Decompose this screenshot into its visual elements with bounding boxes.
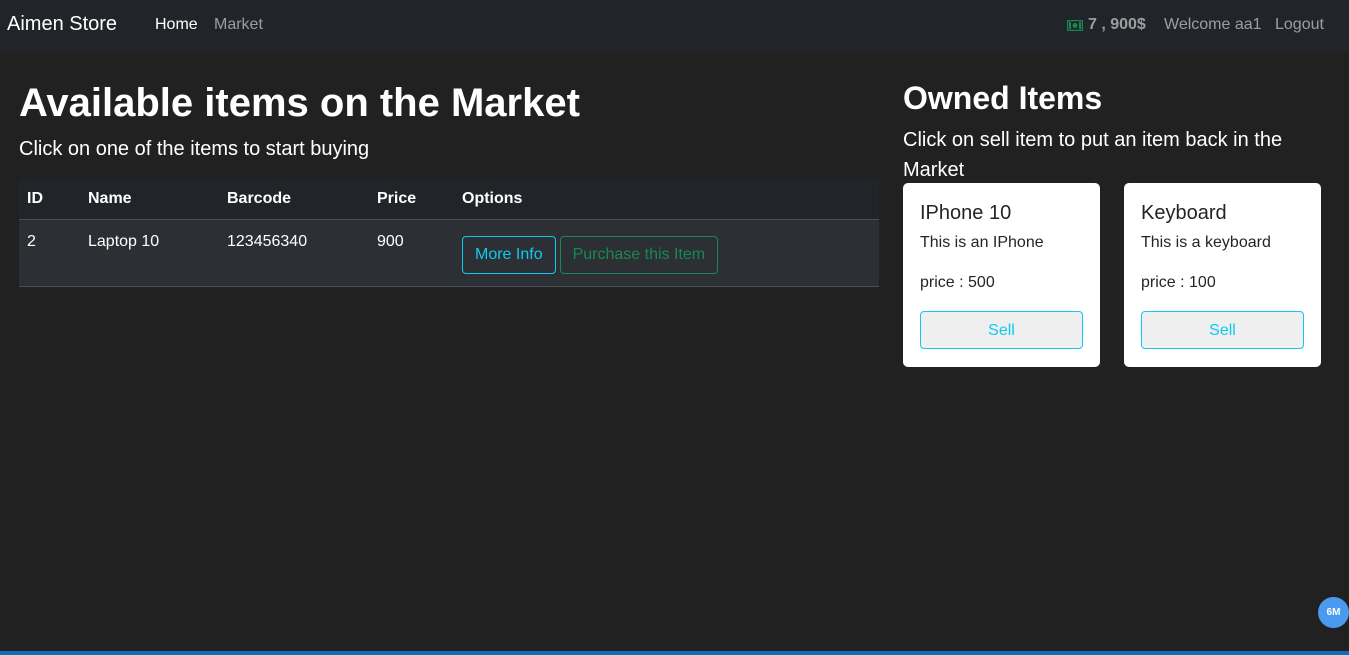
brand-link[interactable]: Aimen Store — [7, 13, 117, 36]
navbar: Aimen Store Home Market 7 , 900$ Welcome… — [0, 0, 1349, 52]
floating-badge[interactable]: 6M — [1318, 597, 1349, 628]
card-description: This is a keyboard — [1141, 234, 1271, 251]
purchase-button[interactable]: Purchase this Item — [559, 236, 719, 274]
header-price: Price — [369, 179, 454, 220]
cell-barcode: 123456340 — [219, 219, 369, 287]
balance-value: 7 , 900$ — [1088, 16, 1146, 33]
table-row: 2 Laptop 10 123456340 900 More Info Purch… — [19, 219, 879, 287]
owned-subtitle: Click on sell item to put an item back i… — [903, 129, 1283, 181]
header-id: ID — [19, 179, 80, 220]
sell-button[interactable]: Sell — [1141, 311, 1304, 349]
cell-options: More Info Purchase this Item — [454, 219, 879, 287]
card-price: price : 100 — [1141, 274, 1216, 291]
market-table: ID Name Barcode Price Options 2 Laptop 1… — [19, 179, 879, 287]
owned-item-card: IPhone 10 This is an IPhone price : 500 … — [903, 183, 1100, 367]
bottom-bar — [0, 651, 1349, 655]
market-subtitle: Click on one of the items to start buyin… — [19, 138, 370, 160]
nav-home-link[interactable]: Home — [155, 16, 198, 34]
owned-item-card: Keyboard This is a keyboard price : 100 … — [1124, 183, 1321, 367]
sell-button[interactable]: Sell — [920, 311, 1083, 349]
header-options: Options — [454, 179, 879, 220]
market-title: Available items on the Market — [19, 81, 580, 125]
header-name: Name — [80, 179, 219, 220]
nav-market-link[interactable]: Market — [214, 16, 263, 34]
cell-id: 2 — [19, 219, 80, 287]
owned-title: Owned Items — [903, 80, 1103, 116]
card-description: This is an IPhone — [920, 234, 1044, 251]
logout-link[interactable]: Logout — [1275, 16, 1324, 34]
more-info-button[interactable]: More Info — [462, 236, 556, 274]
cash-icon — [1067, 19, 1083, 31]
welcome-text: Welcome aa1 — [1164, 16, 1262, 33]
header-barcode: Barcode — [219, 179, 369, 220]
table-header-row: ID Name Barcode Price Options — [19, 179, 879, 220]
balance-display: 7 , 900$ — [1067, 16, 1146, 34]
card-title: Keyboard — [1141, 202, 1227, 224]
card-title: IPhone 10 — [920, 202, 1012, 224]
cell-name: Laptop 10 — [80, 219, 219, 287]
cell-price: 900 — [369, 219, 454, 287]
card-price: price : 500 — [920, 274, 995, 291]
